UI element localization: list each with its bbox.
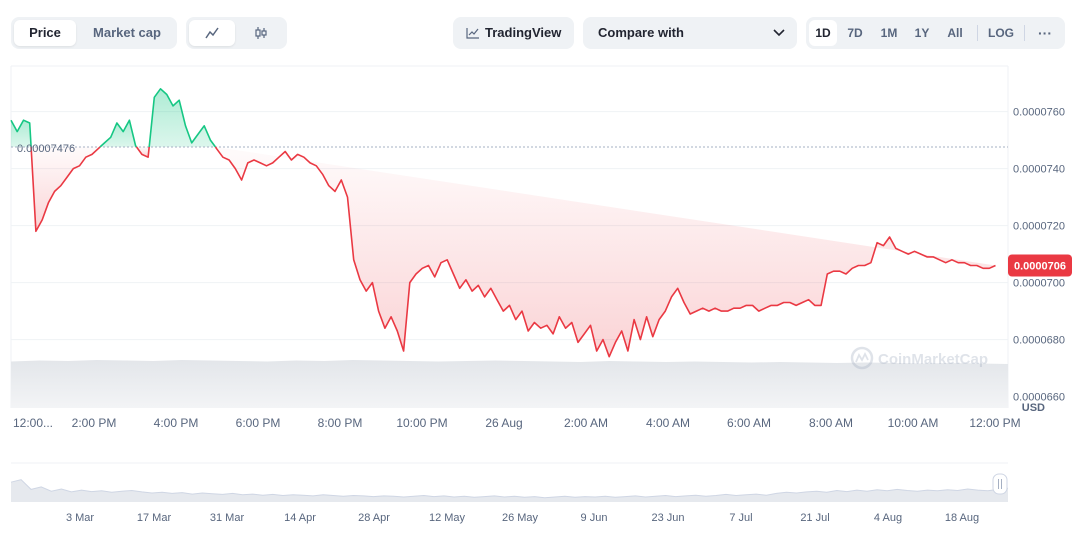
overview-tick-label: 9 Jun bbox=[581, 512, 608, 524]
current-price-tag: 0.0000706 bbox=[1008, 254, 1072, 277]
overview-tick-label: 12 May bbox=[429, 512, 466, 524]
price-area-below bbox=[31, 146, 101, 232]
y-tick-label: 0.0000760 bbox=[1013, 107, 1065, 119]
price-area bbox=[11, 88, 996, 357]
line-chart-icon bbox=[205, 27, 219, 39]
reference-price-text: 0.00007476 bbox=[17, 143, 75, 155]
overview-tick-label: 31 Mar bbox=[210, 512, 245, 524]
log-scale-button[interactable]: LOG bbox=[984, 20, 1018, 46]
overview-navigator[interactable]: 3 Mar 17 Mar 31 Mar 14 Apr 28 Apr 12 May 26 Ma… bbox=[0, 462, 1083, 550]
x-tick-label: 2:00 AM bbox=[564, 416, 608, 430]
tradingview-chart-icon bbox=[466, 28, 479, 39]
range-divider bbox=[977, 25, 978, 41]
watermark-text: CoinMarketCap bbox=[878, 351, 988, 368]
price-marketcap-toggle: Price Market cap bbox=[11, 17, 177, 49]
x-tick-label: 6:00 PM bbox=[236, 416, 281, 430]
x-tick-label: 8:00 PM bbox=[318, 416, 363, 430]
reference-price-label: 0.00007476 bbox=[17, 143, 75, 155]
x-tick-label: 4:00 AM bbox=[646, 416, 690, 430]
range-all-button[interactable]: All bbox=[940, 20, 970, 46]
overview-tick-label: 26 May bbox=[502, 512, 539, 524]
chart-type-toggle bbox=[186, 17, 287, 49]
range-7d-button[interactable]: 7D bbox=[840, 20, 870, 46]
range-1d-button[interactable]: 1D bbox=[809, 20, 837, 46]
compare-with-dropdown[interactable]: Compare with bbox=[583, 17, 797, 49]
overview-tick-label: 3 Mar bbox=[66, 512, 94, 524]
chart-toolbar: Price Market cap TradingView Compare wit… bbox=[0, 0, 1083, 62]
line-chart-button[interactable] bbox=[189, 20, 235, 46]
more-options-button[interactable]: ··· bbox=[1030, 20, 1060, 46]
overview-tick-label: 28 Apr bbox=[358, 512, 390, 524]
overview-tick-label: 17 Mar bbox=[137, 512, 172, 524]
tab-market-cap[interactable]: Market cap bbox=[81, 20, 173, 46]
overview-tick-label: 14 Apr bbox=[284, 512, 316, 524]
y-tick-label: 0.0000680 bbox=[1013, 335, 1065, 347]
overview-x-axis: 3 Mar 17 Mar 31 Mar 14 Apr 28 Apr 12 May 26 Ma… bbox=[66, 512, 979, 524]
range-1m-button[interactable]: 1M bbox=[874, 20, 904, 46]
tradingview-label: TradingView bbox=[485, 25, 562, 40]
chevron-down-icon bbox=[773, 29, 785, 37]
compare-with-label: Compare with bbox=[598, 25, 684, 40]
overview-tick-label: 4 Aug bbox=[874, 512, 902, 524]
currency-unit-label: USD bbox=[1022, 402, 1045, 414]
range-divider bbox=[1024, 25, 1025, 41]
x-tick-label: 10:00 PM bbox=[396, 416, 447, 430]
price-area-above bbox=[149, 88, 216, 147]
overview-area bbox=[10, 479, 1009, 502]
y-tick-label: 0.0000700 bbox=[1013, 278, 1065, 290]
y-tick-label: 0.0000740 bbox=[1013, 164, 1065, 176]
candlestick-icon bbox=[255, 27, 267, 39]
x-tick-label: 4:00 PM bbox=[154, 416, 199, 430]
overview-fill bbox=[11, 479, 1008, 502]
overview-range-handle[interactable] bbox=[992, 473, 1008, 495]
x-axis: 12:00... 2:00 PM 4:00 PM 6:00 PM 8:00 PM 10:0… bbox=[13, 416, 1021, 430]
overview-tick-label: 23 Jun bbox=[651, 512, 684, 524]
range-1y-button[interactable]: 1Y bbox=[907, 20, 937, 46]
x-tick-label: 26 Aug bbox=[485, 416, 522, 430]
price-chart[interactable]: CoinMarketCap 0.0000760 0.0000740 0.000072… bbox=[0, 62, 1083, 502]
candlestick-chart-button[interactable] bbox=[238, 20, 284, 46]
more-horizontal-icon: ··· bbox=[1038, 25, 1052, 41]
overview-tick-label: 21 Jul bbox=[800, 512, 829, 524]
overview-tick-label: 18 Aug bbox=[945, 512, 979, 524]
x-tick-label: 8:00 AM bbox=[809, 416, 853, 430]
x-tick-label: 12:00 PM bbox=[969, 416, 1020, 430]
x-tick-label: 2:00 PM bbox=[72, 416, 117, 430]
overview-tick-label: 7 Jul bbox=[729, 512, 752, 524]
current-price-text: 0.0000706 bbox=[1014, 261, 1066, 273]
tradingview-button[interactable]: TradingView bbox=[453, 17, 574, 49]
x-tick-label: 6:00 AM bbox=[727, 416, 771, 430]
tab-price[interactable]: Price bbox=[14, 20, 76, 46]
y-tick-label: 0.0000720 bbox=[1013, 221, 1065, 233]
price-area-below bbox=[215, 146, 996, 357]
x-tick-label: 12:00... bbox=[13, 416, 53, 430]
time-range-selector: 1D 7D 1M 1Y All LOG ··· bbox=[806, 17, 1065, 49]
x-tick-label: 10:00 AM bbox=[888, 416, 939, 430]
